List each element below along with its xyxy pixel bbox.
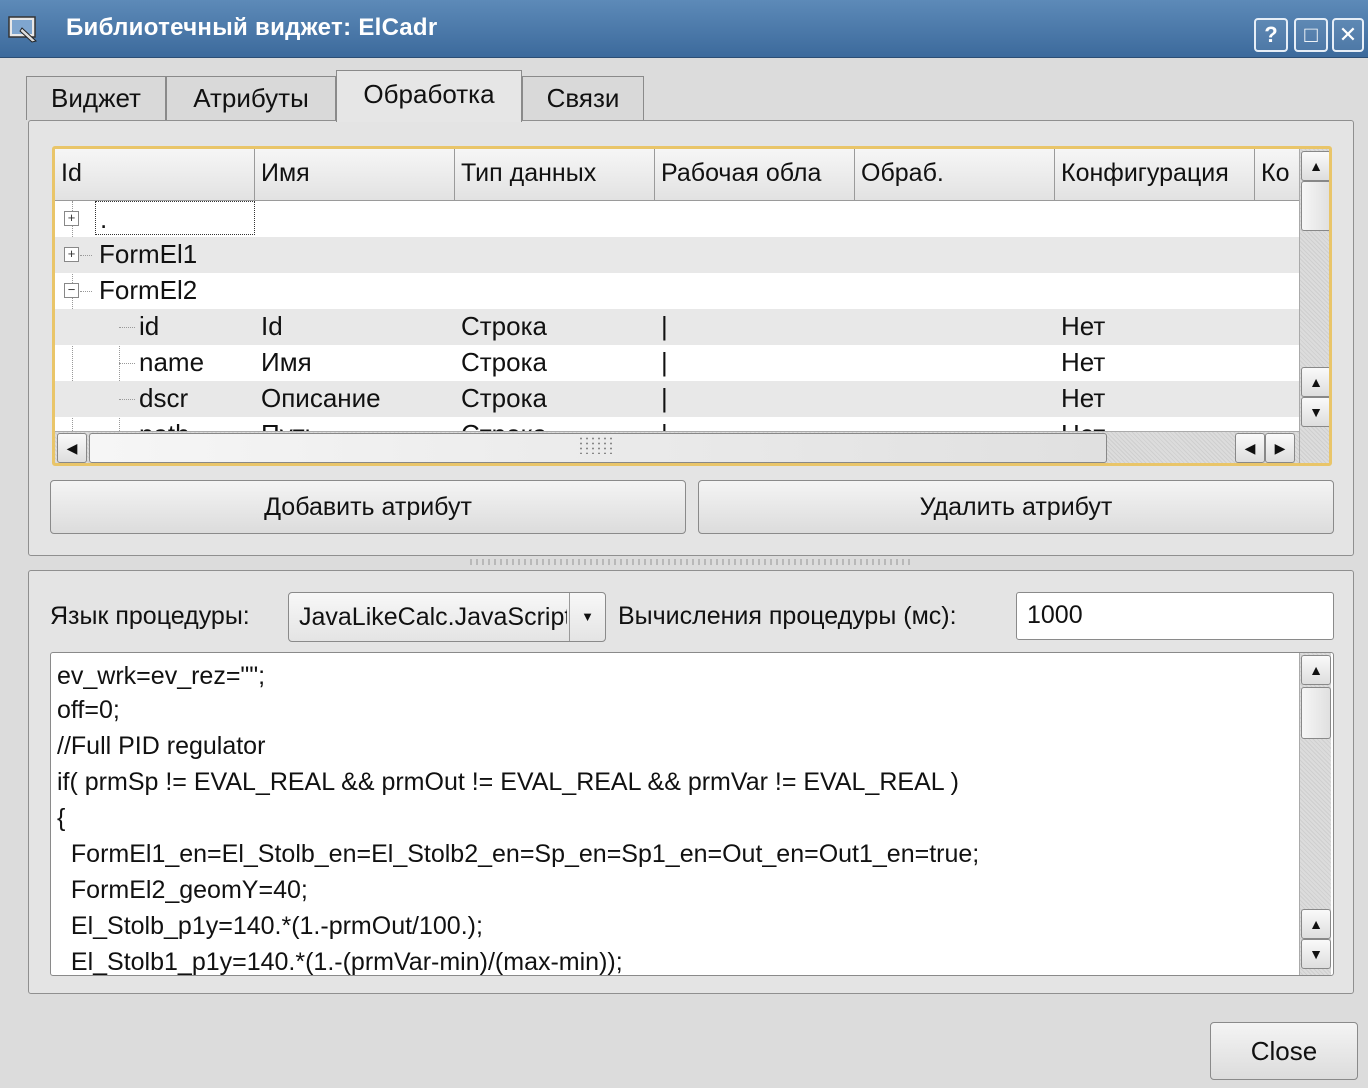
column-header-type[interactable]: Тип данных bbox=[455, 149, 655, 201]
calc-period-input[interactable]: 1000 bbox=[1016, 592, 1334, 640]
tree-line bbox=[80, 255, 92, 256]
tree-line bbox=[119, 327, 135, 328]
window-title: Библиотечный виджет: ElCadr bbox=[66, 14, 438, 41]
column-header-extra[interactable]: Ко bbox=[1255, 149, 1301, 201]
expand-icon[interactable]: + bbox=[64, 247, 79, 262]
cell-config: Нет bbox=[1061, 311, 1106, 341]
tree-row[interactable]: name Имя Строка | Нет bbox=[55, 345, 1301, 381]
cell-name: Описание bbox=[261, 383, 381, 413]
splitter-handle[interactable] bbox=[470, 559, 910, 565]
scroll-left-icon[interactable]: ◀ bbox=[1235, 433, 1265, 463]
procedure-code-editor[interactable]: ev_wrk=ev_rez=""; off=0; //Full PID regu… bbox=[50, 652, 1334, 976]
cell-name: Id bbox=[261, 311, 283, 341]
cell-work: | bbox=[661, 383, 668, 413]
cell-id: FormEl1 bbox=[99, 239, 198, 269]
tree-line bbox=[119, 399, 135, 400]
scroll-right-icon[interactable]: ▶ bbox=[1265, 433, 1295, 463]
code-line: //Full PID regulator bbox=[57, 732, 266, 760]
horizontal-scrollbar[interactable]: ◀ ◀ ▶ bbox=[55, 431, 1301, 463]
delete-attribute-button[interactable]: Удалить атрибут bbox=[698, 480, 1334, 534]
cell-work: | bbox=[661, 347, 668, 377]
code-line: off=0; bbox=[57, 696, 120, 724]
scroll-up-icon[interactable]: ▲ bbox=[1301, 909, 1331, 939]
cell-id: dscr bbox=[139, 383, 189, 413]
calc-period-label: Вычисления процедуры (мс): bbox=[618, 602, 957, 630]
code-line: { bbox=[57, 804, 66, 832]
cell-id: id bbox=[139, 311, 160, 341]
column-header-proc[interactable]: Обраб. bbox=[855, 149, 1055, 201]
scroll-up-icon[interactable]: ▲ bbox=[1301, 151, 1329, 181]
scroll-up-icon[interactable]: ▲ bbox=[1301, 367, 1329, 397]
column-header-config[interactable]: Конфигурация bbox=[1055, 149, 1255, 201]
tree-row[interactable]: + FormEl1 bbox=[55, 237, 1301, 273]
title-bar[interactable]: Библиотечный виджет: ElCadr ? □ ✕ bbox=[0, 0, 1368, 58]
cell-name: Имя bbox=[261, 347, 312, 377]
scroll-left-icon[interactable]: ◀ bbox=[57, 433, 87, 463]
vertical-scroll-thumb[interactable] bbox=[1301, 181, 1329, 231]
attributes-tree[interactable]: Id Имя Тип данных Рабочая обла Обраб. Ко… bbox=[52, 146, 1332, 466]
app-icon bbox=[8, 16, 38, 43]
scroll-up-icon[interactable]: ▲ bbox=[1301, 655, 1331, 685]
dialog-window: Библиотечный виджет: ElCadr ? □ ✕ Виджет… bbox=[0, 0, 1368, 1088]
collapse-icon[interactable]: − bbox=[64, 283, 79, 298]
tree-line bbox=[80, 291, 92, 292]
help-button[interactable]: ? bbox=[1254, 18, 1288, 52]
cell-id: FormEl2 bbox=[99, 275, 198, 305]
add-attribute-button[interactable]: Добавить атрибут bbox=[50, 480, 686, 534]
tab-attributes[interactable]: Атрибуты bbox=[166, 76, 336, 120]
code-line: ev_wrk=ev_rez=""; bbox=[57, 662, 266, 690]
column-header-work[interactable]: Рабочая обла bbox=[655, 149, 855, 201]
code-line: FormEl1_en=El_Stolb_en=El_Stolb2_en=Sp_e… bbox=[57, 840, 980, 868]
cell-work: | bbox=[661, 311, 668, 341]
cell-config: Нет bbox=[1061, 347, 1106, 377]
cell-type: Строка bbox=[461, 311, 548, 341]
scroll-down-icon[interactable]: ▼ bbox=[1301, 397, 1329, 427]
cell-config: Нет bbox=[1061, 383, 1106, 413]
tree-row[interactable]: id Id Строка | Нет bbox=[55, 309, 1301, 345]
cell-id: . bbox=[95, 201, 255, 235]
cell-type: Строка bbox=[461, 383, 548, 413]
language-label: Язык процедуры: bbox=[50, 602, 250, 630]
chevron-down-icon[interactable]: ▼ bbox=[569, 593, 605, 641]
code-line: FormEl2_geomY=40; bbox=[57, 876, 308, 904]
scroll-down-icon[interactable]: ▼ bbox=[1301, 939, 1331, 969]
tab-widget[interactable]: Виджет bbox=[26, 76, 166, 120]
tree-line bbox=[119, 363, 135, 364]
code-line: El_Stolb1_p1y=140.*(1.-(prmVar-min)/(max… bbox=[57, 948, 623, 976]
vertical-scrollbar[interactable]: ▲ ▲ ▼ bbox=[1299, 149, 1329, 463]
editor-scroll-thumb[interactable] bbox=[1301, 687, 1331, 739]
cell-type: Строка bbox=[461, 347, 548, 377]
expand-icon[interactable]: + bbox=[64, 211, 79, 226]
tree-row[interactable]: dscr Описание Строка | Нет bbox=[55, 381, 1301, 417]
editor-vertical-scrollbar[interactable]: ▲ ▲ ▼ bbox=[1299, 653, 1331, 975]
tree-header: Id Имя Тип данных Рабочая обла Обраб. Ко… bbox=[55, 149, 1301, 201]
close-window-button[interactable]: ✕ bbox=[1332, 18, 1364, 52]
tab-processing[interactable]: Обработка bbox=[336, 70, 522, 122]
maximize-button[interactable]: □ bbox=[1294, 18, 1328, 52]
language-select-value: JavaLikeCalc.JavaScript bbox=[299, 603, 567, 631]
code-line: El_Stolb_p1y=140.*(1.-prmOut/100.); bbox=[57, 912, 483, 940]
code-line: if( prmSp != EVAL_REAL && prmOut != EVAL… bbox=[57, 768, 959, 796]
column-header-name[interactable]: Имя bbox=[255, 149, 455, 201]
cell-id: name bbox=[139, 347, 205, 377]
close-button[interactable]: Close bbox=[1210, 1022, 1358, 1080]
tree-row[interactable]: − FormEl2 bbox=[55, 273, 1301, 309]
column-header-id[interactable]: Id bbox=[55, 149, 255, 201]
grip-icon bbox=[578, 436, 614, 454]
tab-links[interactable]: Связи bbox=[522, 76, 644, 120]
language-select[interactable]: JavaLikeCalc.JavaScript ▼ bbox=[288, 592, 606, 642]
tree-row[interactable]: + . bbox=[55, 201, 1301, 237]
